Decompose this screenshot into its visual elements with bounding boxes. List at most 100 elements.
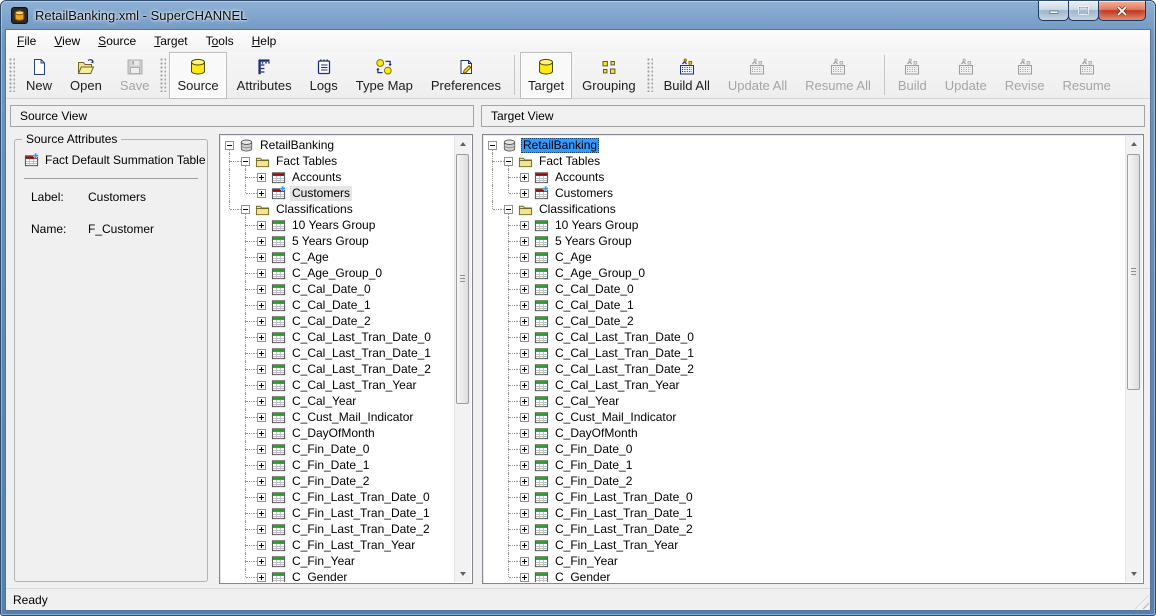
expand-toggle[interactable] [517,505,533,521]
tree-item-fact-tables[interactable]: Fact Tables [485,153,1124,169]
scrollbar-thumb[interactable] [456,154,469,404]
menu-view[interactable]: View [45,32,89,50]
tree-item-c-gender[interactable]: C_Gender [222,569,453,582]
tree-item-c-cal-date-2[interactable]: C_Cal_Date_2 [222,313,453,329]
tree-item-c-fin-date-1[interactable]: C_Fin_Date_1 [222,457,453,473]
tree-item-c-fin-last-tran-year[interactable]: C_Fin_Last_Tran_Year [222,537,453,553]
close-icon[interactable] [1098,1,1146,21]
tree-item-c-fin-date-0[interactable]: C_Fin_Date_0 [485,441,1124,457]
tree-item-5-years-group[interactable]: 5 Years Group [222,233,453,249]
tree-item-c-fin-date-0[interactable]: C_Fin_Date_0 [222,441,453,457]
expand-toggle[interactable] [254,313,270,329]
tree-item-c-fin-last-tran-year[interactable]: C_Fin_Last_Tran_Year [485,537,1124,553]
expand-toggle[interactable] [254,249,270,265]
menu-target[interactable]: Target [145,32,196,50]
expand-toggle[interactable] [254,441,270,457]
expand-toggle[interactable] [517,361,533,377]
tree-item-c-age-group-0[interactable]: C_Age_Group_0 [485,265,1124,281]
maximize-icon[interactable] [1068,1,1099,21]
tree-item-customers[interactable]: Customers [485,185,1124,201]
expand-toggle[interactable] [517,249,533,265]
expand-toggle[interactable] [517,377,533,393]
attributes-button[interactable]: Attributes [229,52,300,99]
expand-toggle[interactable] [254,329,270,345]
tree-item-c-fin-last-tran-date-1[interactable]: C_Fin_Last_Tran_Date_1 [485,505,1124,521]
tree-item-c-fin-date-1[interactable]: C_Fin_Date_1 [485,457,1124,473]
new-button[interactable]: New [18,52,60,99]
expand-toggle[interactable] [254,185,270,201]
expand-toggle[interactable] [517,169,533,185]
tree-item-c-fin-date-2[interactable]: C_Fin_Date_2 [222,473,453,489]
tree-item-c-cal-date-0[interactable]: C_Cal_Date_0 [485,281,1124,297]
tree-item-c-age[interactable]: C_Age [485,249,1124,265]
expand-toggle[interactable] [517,457,533,473]
expand-toggle[interactable] [254,505,270,521]
tree-item-c-cal-date-2[interactable]: C_Cal_Date_2 [485,313,1124,329]
tree-item-c-age-group-0[interactable]: C_Age_Group_0 [222,265,453,281]
tree-item-retailbanking[interactable]: RetailBanking [485,137,1124,153]
type-map-button[interactable]: Type Map [348,52,421,99]
menu-help[interactable]: Help [243,32,286,50]
minimize-icon[interactable] [1038,1,1069,21]
tree-item-retailbanking[interactable]: RetailBanking [222,137,453,153]
tree-item-accounts[interactable]: Accounts [222,169,453,185]
expand-toggle[interactable] [517,265,533,281]
expand-toggle[interactable] [254,409,270,425]
tree-item-c-cal-last-tran-date-2[interactable]: C_Cal_Last_Tran_Date_2 [485,361,1124,377]
tree-item-c-cust-mail-indicator[interactable]: C_Cust_Mail_Indicator [485,409,1124,425]
tree-item-c-fin-year[interactable]: C_Fin_Year [222,553,453,569]
expand-toggle[interactable] [254,217,270,233]
build-all-button[interactable]: Build All [656,52,718,99]
tree-item-c-cust-mail-indicator[interactable]: C_Cust_Mail_Indicator [222,409,453,425]
tree-item-c-cal-year[interactable]: C_Cal_Year [485,393,1124,409]
tree-item-10-years-group[interactable]: 10 Years Group [485,217,1124,233]
expand-toggle[interactable] [254,297,270,313]
menu-tools[interactable]: Tools [197,32,243,50]
expand-toggle[interactable] [517,537,533,553]
tree-item-c-cal-last-tran-date-2[interactable]: C_Cal_Last_Tran_Date_2 [222,361,453,377]
tree-item-c-cal-date-0[interactable]: C_Cal_Date_0 [222,281,453,297]
expand-toggle[interactable] [254,537,270,553]
grouping-button[interactable]: Grouping [574,52,643,99]
expand-toggle[interactable] [254,281,270,297]
tree-item-c-fin-date-2[interactable]: C_Fin_Date_2 [485,473,1124,489]
expand-toggle[interactable] [254,393,270,409]
collapse-toggle[interactable] [238,153,254,169]
expand-toggle[interactable] [517,569,533,582]
collapse-toggle[interactable] [501,153,517,169]
open-button[interactable]: Open [62,52,110,99]
tree-item-c-fin-last-tran-date-0[interactable]: C_Fin_Last_Tran_Date_0 [485,489,1124,505]
resize-grip[interactable] [1135,595,1149,609]
tree-item-c-cal-date-1[interactable]: C_Cal_Date_1 [485,297,1124,313]
scroll-up-icon[interactable] [1126,136,1142,153]
expand-toggle[interactable] [517,553,533,569]
expand-toggle[interactable] [254,361,270,377]
tree-item-c-age[interactable]: C_Age [222,249,453,265]
tree-item-c-fin-last-tran-date-0[interactable]: C_Fin_Last_Tran_Date_0 [222,489,453,505]
tree-item-c-cal-last-tran-date-1[interactable]: C_Cal_Last_Tran_Date_1 [222,345,453,361]
expand-toggle[interactable] [517,313,533,329]
window-titlebar[interactable]: RetailBanking.xml - SuperCHANNEL [1,1,1155,29]
logs-button[interactable]: Logs [302,52,346,99]
expand-toggle[interactable] [254,553,270,569]
expand-toggle[interactable] [254,521,270,537]
expand-toggle[interactable] [254,473,270,489]
collapse-toggle[interactable] [222,137,238,153]
expand-toggle[interactable] [517,233,533,249]
expand-toggle[interactable] [517,425,533,441]
tree-item-c-dayofmonth[interactable]: C_DayOfMonth [222,425,453,441]
expand-toggle[interactable] [254,569,270,582]
expand-toggle[interactable] [517,473,533,489]
collapse-toggle[interactable] [485,137,501,153]
tree-item-accounts[interactable]: Accounts [485,169,1124,185]
tree-item-10-years-group[interactable]: 10 Years Group [222,217,453,233]
tree-item-c-dayofmonth[interactable]: C_DayOfMonth [485,425,1124,441]
tree-item-c-cal-year[interactable]: C_Cal_Year [222,393,453,409]
expand-toggle[interactable] [254,425,270,441]
expand-toggle[interactable] [517,489,533,505]
expand-toggle[interactable] [517,281,533,297]
expand-toggle[interactable] [517,329,533,345]
expand-toggle[interactable] [517,521,533,537]
expand-toggle[interactable] [254,377,270,393]
scroll-up-icon[interactable] [455,136,471,153]
